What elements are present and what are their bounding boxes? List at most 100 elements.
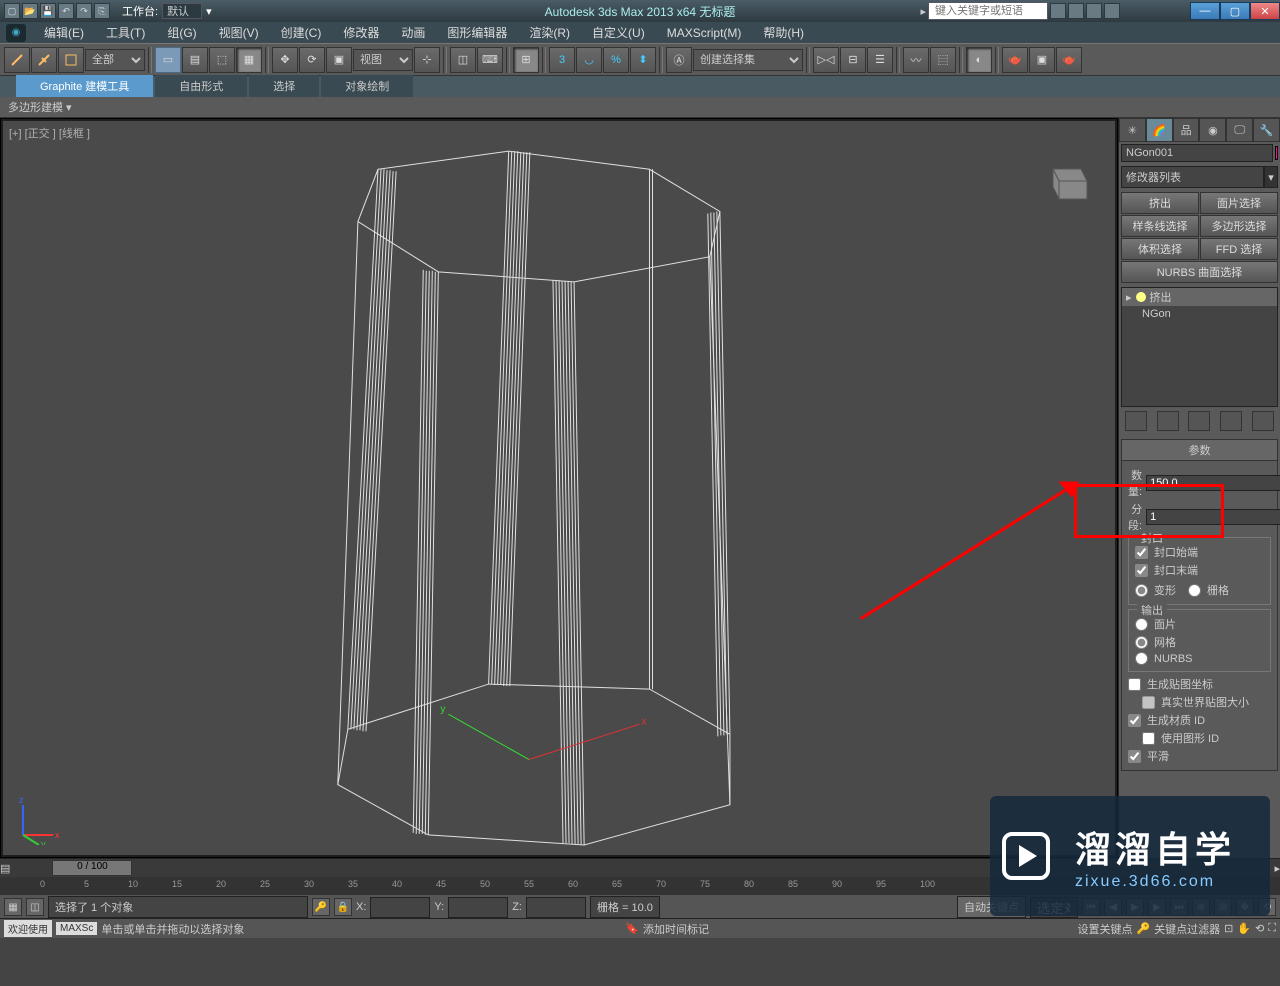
snap-2d-icon[interactable]: ⊞ [513,47,539,73]
move-icon[interactable]: ✥ [272,47,298,73]
search-input[interactable] [928,2,1048,20]
motion-tab-icon[interactable]: ◉ [1199,118,1226,142]
keykey-icon[interactable]: 🔑 [1136,922,1150,935]
x-input[interactable] [370,897,430,918]
close-button[interactable]: ✕ [1250,2,1280,20]
link-icon[interactable]: ⎘ [94,3,110,19]
open-icon[interactable]: 📂 [22,3,38,19]
unique-icon[interactable] [1188,411,1210,431]
display-tab-icon[interactable]: 🖵 [1226,118,1253,142]
modify-tab-icon[interactable]: 🌈 [1146,118,1173,142]
ribbon-sub-label[interactable]: 多边形建模 [8,102,63,114]
help-icon[interactable] [1104,3,1120,19]
render-frame-icon[interactable]: ▣ [1029,47,1055,73]
workspace-value[interactable] [162,3,202,19]
use-shape-check[interactable]: 使用图形 ID [1128,730,1271,746]
btn-ffdsel[interactable]: FFD 选择 [1200,238,1278,260]
bind-icon[interactable] [58,47,84,73]
cap-start-check[interactable]: 封口始端 [1135,544,1264,560]
tag-icon[interactable]: 🔖 [625,922,639,935]
menu-tools[interactable]: 工具(T) [96,22,155,43]
window-crossing-icon[interactable]: ▦ [236,47,262,73]
unlink-icon[interactable] [31,47,57,73]
viewcube-icon[interactable] [1039,151,1095,207]
new-icon[interactable]: ▢ [4,3,20,19]
object-color-swatch[interactable] [1275,146,1278,160]
nav2-icon[interactable]: ✋ [1237,922,1251,935]
curve-editor-icon[interactable]: 〰 [903,47,929,73]
modifier-list[interactable]: 修改器列表 [1121,166,1264,188]
nav1-icon[interactable]: ⊡ [1224,922,1233,935]
menu-customize[interactable]: 自定义(U) [582,22,655,43]
z-input[interactable] [526,897,586,918]
search-icon[interactable] [1050,3,1066,19]
menu-help[interactable]: 帮助(H) [753,22,814,43]
menu-graph[interactable]: 图形编辑器 [437,22,517,43]
select-name-icon[interactable]: ▤ [182,47,208,73]
btn-nurbs[interactable]: NURBS 曲面选择 [1121,261,1278,283]
chevron-down-icon[interactable]: ▾ [1264,166,1278,188]
lock-icon[interactable]: ▦ [4,898,22,916]
redo-icon[interactable]: ↷ [76,3,92,19]
ref-coord[interactable]: 视图 [353,49,413,71]
segments-input[interactable] [1146,509,1280,525]
gen-map-check[interactable]: 生成贴图坐标 [1128,676,1271,692]
save-icon[interactable]: 💾 [40,3,56,19]
menu-edit[interactable]: 编辑(E) [34,22,94,43]
y-input[interactable] [448,897,508,918]
menu-animation[interactable]: 动画 [391,22,435,43]
mirror-icon[interactable]: ▷◁ [813,47,839,73]
selection-filter[interactable]: 全部 [85,49,145,71]
remove-icon[interactable] [1220,411,1242,431]
pin-icon[interactable] [1125,411,1147,431]
utilities-tab-icon[interactable]: 🔧 [1253,118,1280,142]
menu-views[interactable]: 视图(V) [209,22,269,43]
select-rect-icon[interactable]: ⬚ [209,47,235,73]
script-tag[interactable]: MAXSc [56,922,97,935]
btn-extrude[interactable]: 挤出 [1121,192,1199,214]
snap-spinner-icon[interactable]: ⬍ [630,47,656,73]
app-menu-icon[interactable]: ◉ [6,24,26,42]
comm-icon[interactable] [1068,3,1084,19]
named-sets[interactable]: 创建选择集 [693,49,803,71]
isolate-icon[interactable]: ◫ [26,898,44,916]
pivot-icon[interactable]: ⊹ [414,47,440,73]
setkey-button[interactable]: 设置关键点 [1077,921,1132,937]
btn-facesel[interactable]: 面片选择 [1200,192,1278,214]
morph-radio[interactable]: 变形 [1135,582,1176,598]
undo-icon[interactable]: ↶ [58,3,74,19]
viewport[interactable]: [+] [正交 ] [线框 ] [0,118,1118,858]
nav4-icon[interactable]: ⛶ [1268,922,1276,935]
menu-group[interactable]: 组(G) [157,22,206,43]
create-tab-icon[interactable]: ✳ [1119,118,1146,142]
rotate-icon[interactable]: ⟳ [299,47,325,73]
stack-item[interactable]: NGon [1122,306,1277,322]
select-icon[interactable]: ▭ [155,47,181,73]
chevron-down-icon[interactable]: ▾ [206,5,212,18]
btn-volsel[interactable]: 体积选择 [1121,238,1199,260]
bulb-icon[interactable] [1136,292,1146,302]
nav3-icon[interactable]: ⟲ [1255,922,1264,935]
nurbs-radio[interactable]: NURBS [1135,652,1264,665]
tab-graphite[interactable]: Graphite 建模工具 [16,75,153,97]
tab-selection[interactable]: 选择 [249,75,319,97]
cap-end-check[interactable]: 封口末端 [1135,562,1264,578]
rollout-header[interactable]: 参数 [1122,440,1277,461]
patch-radio[interactable]: 面片 [1135,616,1264,632]
lock-sel-icon[interactable]: 🔒 [334,898,352,916]
menu-render[interactable]: 渲染(R) [519,22,580,43]
snap-3-icon[interactable]: 3 [549,47,575,73]
menu-create[interactable]: 创建(C) [271,22,332,43]
modifier-stack[interactable]: ▸挤出 NGon [1121,287,1278,407]
render-setup-icon[interactable]: 🫖 [1002,47,1028,73]
smooth-check[interactable]: 平滑 [1128,748,1271,764]
workspace-selector[interactable]: 工作台: ▾ [122,3,212,19]
selset-edit-icon[interactable]: Ⓐ [666,47,692,73]
layers-icon[interactable]: ☰ [867,47,893,73]
time-slider[interactable]: 0 / 100 [52,860,132,876]
fav-icon[interactable] [1086,3,1102,19]
slider-end-icon[interactable]: ▸ [1274,862,1280,875]
schematic-icon[interactable]: ⿳ [930,47,956,73]
keyfilter-button[interactable]: 关键点过滤器 [1154,921,1220,937]
tab-freeform[interactable]: 自由形式 [155,75,247,97]
